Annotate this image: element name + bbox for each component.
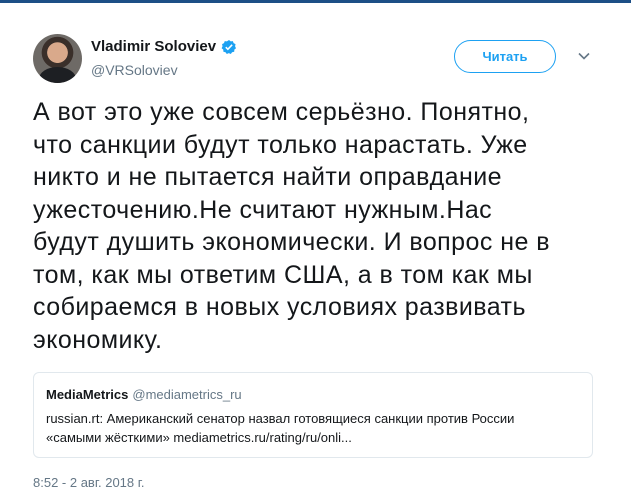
quoted-tweet-line: «самыми жёсткими» mediametrics.ru/rating… xyxy=(46,430,352,445)
tweet-line: А вот это уже совсем серьёзно. Понятно, xyxy=(33,98,530,126)
author-handle[interactable]: @VRSoloviev xyxy=(91,62,178,78)
author-display-name[interactable]: Vladimir Soloviev xyxy=(91,38,216,55)
verified-badge-icon xyxy=(221,39,237,54)
quoted-tweet-line: russian.rt: Американский сенатор назвал … xyxy=(46,411,515,426)
tweet-line: ужесточению.Не считают нужным.Нас xyxy=(33,195,493,224)
quoted-author-name: MediaMetrics xyxy=(46,387,129,402)
tweet-line: экономику. xyxy=(33,325,163,354)
avatar[interactable] xyxy=(33,34,82,83)
tweet-line: будут душить экономически. И вопрос не в xyxy=(33,228,550,256)
tweet-timestamp[interactable]: 8:52 - 2 авг. 2018 г. xyxy=(33,475,145,490)
avatar-shirt xyxy=(39,67,76,83)
quoted-tweet-card[interactable]: MediaMetrics @mediametrics_ru russian.rt:… xyxy=(33,372,593,458)
chevron-down-icon[interactable] xyxy=(577,50,591,62)
quoted-tweet-header: MediaMetrics @mediametrics_ru xyxy=(46,387,242,402)
tweet-text: А вот это уже совсем серьёзно. Понятно, … xyxy=(33,96,603,356)
top-border xyxy=(0,0,631,3)
tweet-line: никто и не пытается найти оправдание xyxy=(33,163,503,191)
tweet-line: том, как мы ответим США, а в том как мы xyxy=(33,260,533,289)
quoted-author-handle: @mediametrics_ru xyxy=(132,387,242,402)
author-name-row[interactable]: Vladimir Soloviev xyxy=(91,38,237,55)
tweet-line: что санкции будут только нарастать. Уже xyxy=(33,130,528,159)
quoted-tweet-text: russian.rt: Американский сенатор назвал … xyxy=(46,409,581,447)
follow-button[interactable]: Читать xyxy=(454,40,556,73)
tweet-line: собираемся в новых условиях развивать xyxy=(33,293,526,321)
